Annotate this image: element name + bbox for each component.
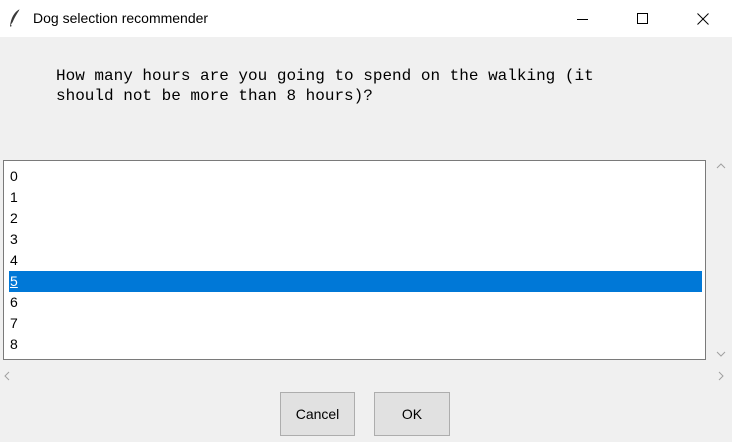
- minimize-button[interactable]: [560, 0, 606, 37]
- cancel-button[interactable]: Cancel: [280, 392, 355, 436]
- scroll-up-icon[interactable]: [715, 160, 727, 172]
- list-item[interactable]: 4: [9, 250, 702, 271]
- dialog-window: Dog selection recommender How many hours…: [0, 0, 732, 442]
- ok-button[interactable]: OK: [374, 392, 450, 436]
- list-item-selected[interactable]: 5: [9, 271, 702, 292]
- maximize-button[interactable]: [620, 0, 666, 37]
- prompt-text: How many hours are you going to spend on…: [56, 66, 594, 106]
- scroll-down-icon[interactable]: [715, 348, 727, 360]
- list-item[interactable]: 0: [9, 166, 702, 187]
- close-button[interactable]: [680, 0, 726, 37]
- list-item[interactable]: 2: [9, 208, 702, 229]
- prompt-line-2: should not be more than 8 hours)?: [56, 87, 373, 105]
- scroll-right-icon[interactable]: [716, 370, 726, 382]
- minimize-icon: [577, 18, 588, 20]
- title-bar[interactable]: Dog selection recommender: [0, 0, 732, 37]
- list-item[interactable]: 8: [9, 334, 702, 355]
- window-title: Dog selection recommender: [33, 10, 209, 26]
- list-item[interactable]: 1: [9, 187, 702, 208]
- scroll-left-icon[interactable]: [2, 370, 12, 382]
- prompt-line-1: How many hours are you going to spend on…: [56, 67, 594, 85]
- feather-icon: [8, 8, 22, 28]
- list-item[interactable]: 3: [9, 229, 702, 250]
- list-item[interactable]: 6: [9, 292, 702, 313]
- hours-listbox[interactable]: 0 1 2 3 4 5 6 7 8: [3, 160, 706, 360]
- list-item[interactable]: 7: [9, 313, 702, 334]
- vertical-scrollbar[interactable]: [710, 160, 732, 360]
- close-icon: [697, 12, 709, 25]
- maximize-icon: [637, 12, 648, 24]
- horizontal-scrollbar[interactable]: [0, 366, 732, 386]
